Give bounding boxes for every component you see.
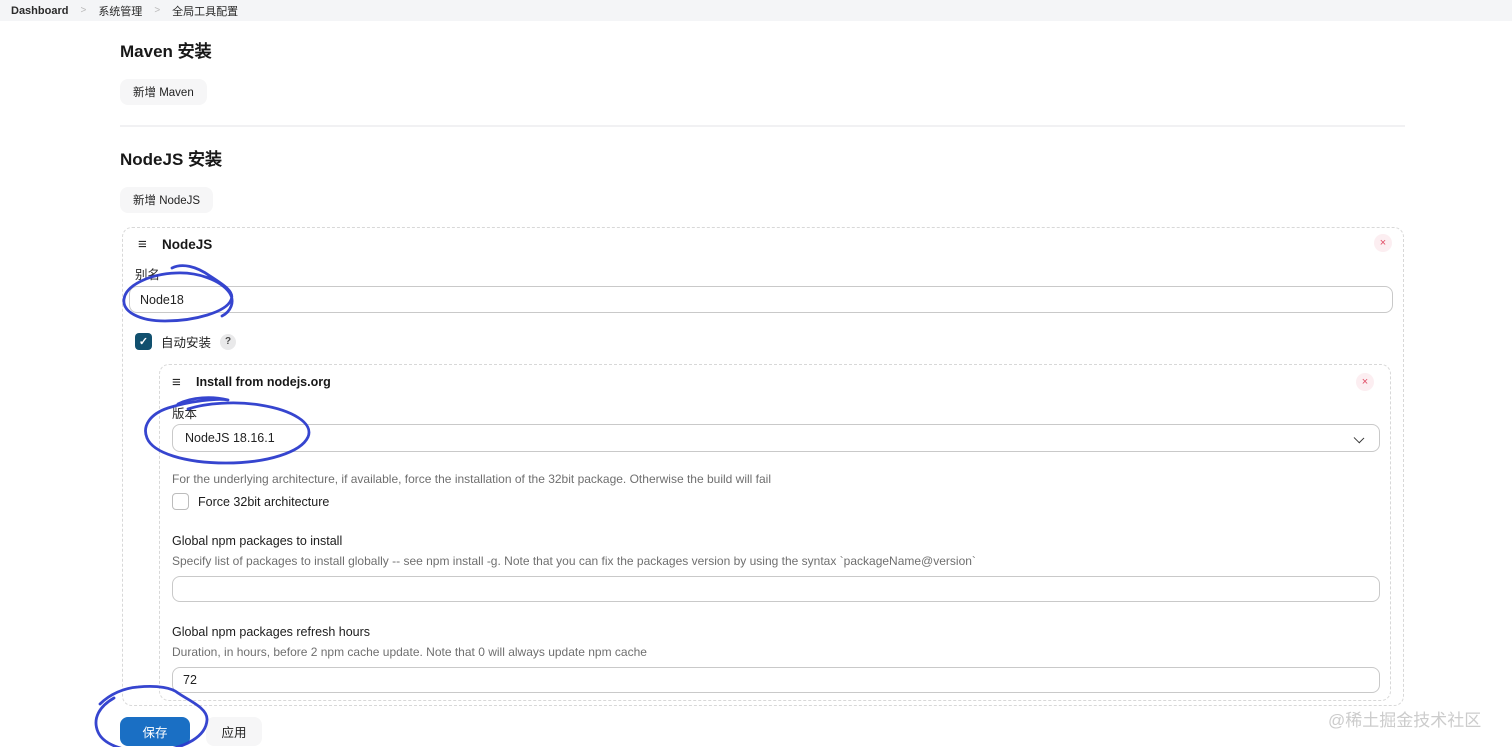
auto-install-checkbox[interactable]: ✓ [135, 333, 152, 350]
breadcrumb: Dashboard > 系统管理 > 全局工具配置 [0, 0, 1512, 21]
delete-nodejs-button[interactable]: × [1374, 234, 1392, 252]
add-maven-button[interactable]: 新增 Maven [120, 79, 207, 105]
nodejs-installation-panel: ≡ NodeJS × 别名 ✓ 自动安装 ? ≡ Install from no… [122, 227, 1404, 706]
close-icon: × [1361, 375, 1369, 388]
chevron-down-icon [1353, 432, 1365, 444]
npm-packages-input[interactable] [172, 576, 1380, 602]
help-icon[interactable]: ? [220, 333, 237, 350]
refresh-hours-input[interactable] [172, 667, 1380, 693]
watermark: @稀土掘金技术社区 [1328, 711, 1482, 730]
close-icon: × [1379, 236, 1387, 249]
refresh-hours-label: Global npm packages refresh hours [172, 625, 371, 639]
version-select[interactable]: NodeJS 18.16.1 [172, 424, 1380, 452]
checkmark-icon: ✓ [138, 336, 149, 348]
maven-section-title: Maven 安装 [120, 42, 212, 61]
drag-handle-icon[interactable]: ≡ [138, 237, 147, 252]
save-button[interactable]: 保存 [120, 717, 190, 746]
breadcrumb-separator-icon: > [154, 5, 161, 16]
force32-row: Force 32bit architecture [172, 493, 329, 510]
section-divider [120, 125, 1405, 127]
breadcrumb-dashboard[interactable]: Dashboard [11, 5, 68, 17]
version-select-value: NodeJS 18.16.1 [185, 431, 275, 445]
breadcrumb-global-tool-config[interactable]: 全局工具配置 [172, 3, 238, 19]
auto-install-row: ✓ 自动安装 ? [135, 332, 237, 351]
installer-panel: ≡ Install from nodejs.org × 版本 NodeJS 18… [159, 364, 1391, 701]
installer-panel-title: Install from nodejs.org [196, 375, 331, 389]
npm-packages-label: Global npm packages to install [172, 534, 343, 548]
nodejs-panel-title: NodeJS [162, 237, 213, 252]
drag-handle-icon[interactable]: ≡ [172, 375, 181, 390]
auto-install-label: 自动安装 [161, 336, 212, 350]
npm-packages-help-text: Specify list of packages to install glob… [172, 554, 976, 568]
add-nodejs-button[interactable]: 新增 NodeJS [120, 187, 214, 213]
breadcrumb-separator-icon: > [80, 5, 87, 16]
force32-help-text: For the underlying architecture, if avai… [172, 472, 771, 486]
alias-input[interactable] [129, 286, 1393, 313]
force32-label: Force 32bit architecture [198, 494, 330, 509]
version-label: 版本 [172, 407, 198, 421]
force32-checkbox[interactable] [172, 493, 189, 510]
nodejs-section-title: NodeJS 安装 [120, 150, 223, 169]
refresh-hours-help-text: Duration, in hours, before 2 npm cache u… [172, 645, 647, 659]
alias-label: 别名 [135, 268, 161, 282]
breadcrumb-system-manage[interactable]: 系统管理 [98, 3, 142, 19]
apply-button[interactable]: 应用 [206, 717, 262, 746]
delete-installer-button[interactable]: × [1356, 373, 1374, 391]
